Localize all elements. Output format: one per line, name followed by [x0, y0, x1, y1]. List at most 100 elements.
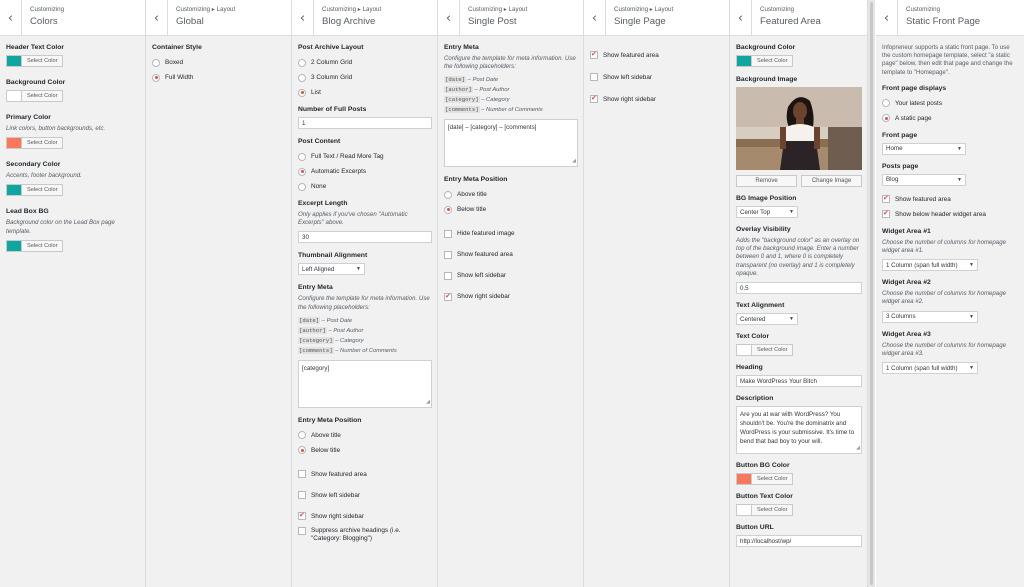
radio-option[interactable]: Above title	[444, 187, 576, 202]
widget-columns-select[interactable]: 1 Column (span full width) ▼	[882, 259, 978, 272]
color-picker[interactable]: Select Color	[6, 137, 138, 150]
change-image-button[interactable]: Change Image	[801, 175, 862, 187]
color-swatch[interactable]	[736, 55, 752, 67]
description-textarea[interactable]: Are you at war with WordPress? You shoul…	[736, 406, 862, 455]
radio-button[interactable]	[444, 205, 452, 214]
radio-button[interactable]	[444, 190, 452, 199]
checkbox-option[interactable]: Show featured area	[444, 244, 576, 265]
checkbox-option[interactable]: Show left sidebar	[298, 485, 430, 506]
button-bg-picker[interactable]: Select Color	[736, 473, 860, 486]
back-button[interactable]: ‹	[730, 0, 752, 36]
text-align-select[interactable]: Centered ▼	[736, 313, 798, 326]
radio-button[interactable]	[152, 58, 160, 67]
checkbox-option[interactable]: Show featured area	[882, 192, 1017, 207]
widget-columns-select[interactable]: 1 Column (span full width) ▼	[882, 362, 978, 375]
color-swatch[interactable]	[736, 473, 752, 486]
select-color-button[interactable]: Select Color	[22, 55, 64, 67]
resize-handle-icon[interactable]: ◢	[572, 157, 576, 166]
radio-option[interactable]: A static page	[882, 111, 1017, 126]
posts-page-select[interactable]: Blog ▼	[882, 173, 966, 186]
select-color-button[interactable]: Select Color	[22, 137, 64, 150]
radio-button[interactable]	[298, 431, 306, 440]
overlay-input[interactable]: 0.5	[736, 282, 862, 295]
radio-button[interactable]	[882, 114, 890, 123]
select-color-button[interactable]: Select Color	[752, 55, 794, 67]
color-picker[interactable]: Select Color	[6, 90, 138, 102]
checkbox-option[interactable]: Show featured area	[298, 464, 430, 485]
radio-button[interactable]	[298, 152, 306, 161]
checkbox[interactable]	[882, 209, 890, 219]
checkbox-option[interactable]: Show below header widget area	[882, 207, 1017, 222]
thumbnail-select[interactable]: Left Aligned ▼	[298, 263, 365, 276]
back-button[interactable]: ‹	[584, 0, 606, 36]
checkbox[interactable]	[298, 470, 306, 479]
button-text-picker[interactable]: Select Color	[736, 504, 860, 517]
checkbox[interactable]	[590, 50, 598, 59]
checkbox-option[interactable]: Hide featured image	[444, 223, 576, 244]
radio-button[interactable]	[298, 88, 306, 97]
back-button[interactable]: ‹	[438, 0, 460, 36]
remove-image-button[interactable]: Remove	[736, 175, 797, 187]
front-page-select[interactable]: Home ▼	[882, 142, 966, 155]
select-color-button[interactable]: Select Color	[752, 344, 794, 357]
color-swatch[interactable]	[6, 184, 22, 197]
back-button[interactable]: ‹	[292, 0, 314, 36]
checkbox[interactable]	[444, 250, 452, 259]
color-picker[interactable]: Select Color	[6, 184, 138, 197]
color-swatch[interactable]	[736, 504, 752, 517]
checkbox-option[interactable]: Show left sidebar	[444, 265, 576, 286]
select-color-button[interactable]: Select Color	[752, 504, 794, 517]
radio-option[interactable]: Full Text / Read More Tag	[298, 149, 430, 164]
radio-button[interactable]	[298, 58, 306, 67]
checkbox-option[interactable]: Show right sidebar	[590, 88, 722, 110]
checkbox[interactable]	[444, 229, 452, 238]
text-color-picker[interactable]: Select Color	[736, 344, 860, 357]
radio-option[interactable]: None	[298, 179, 430, 194]
radio-button[interactable]	[298, 446, 306, 455]
color-swatch[interactable]	[736, 344, 752, 357]
checkbox[interactable]	[298, 526, 306, 535]
color-picker[interactable]: Select Color	[6, 239, 138, 252]
radio-option[interactable]: Above title	[298, 428, 430, 443]
color-swatch[interactable]	[6, 239, 22, 252]
resize-handle-icon[interactable]: ◢	[426, 398, 430, 407]
bg-color-picker[interactable]: Select Color	[736, 55, 860, 67]
radio-option[interactable]: Below title	[298, 443, 430, 458]
radio-button[interactable]	[298, 73, 306, 82]
full-posts-input[interactable]: 1	[298, 117, 432, 129]
checkbox[interactable]	[444, 271, 452, 280]
checkbox[interactable]	[590, 94, 598, 103]
radio-button[interactable]	[882, 99, 890, 108]
resize-handle-icon[interactable]: ◢	[856, 444, 860, 453]
select-color-button[interactable]: Select Color	[22, 239, 64, 252]
color-swatch[interactable]	[6, 55, 22, 67]
color-picker[interactable]: Select Color	[6, 55, 138, 67]
radio-option[interactable]: Full Width	[152, 70, 284, 85]
radio-option[interactable]: 3 Column Grid	[298, 70, 430, 85]
bg-position-select[interactable]: Center Top ▼	[736, 206, 798, 218]
radio-option[interactable]: 2 Column Grid	[298, 55, 430, 70]
radio-option[interactable]: Below title	[444, 202, 576, 217]
back-button[interactable]: ‹	[0, 0, 22, 36]
select-color-button[interactable]: Select Color	[22, 90, 64, 102]
checkbox-option[interactable]: Show left sidebar	[590, 66, 722, 88]
color-swatch[interactable]	[6, 137, 22, 150]
entry-meta-textarea[interactable]: [category] ◢	[298, 359, 432, 408]
checkbox[interactable]	[882, 194, 890, 204]
checkbox[interactable]	[590, 73, 598, 81]
widget-columns-select[interactable]: 3 Columns ▼	[882, 310, 978, 323]
checkbox-option[interactable]: Show right sidebar	[444, 286, 576, 307]
excerpt-input[interactable]: 30	[298, 231, 432, 244]
heading-input[interactable]: Make WordPress Your Bitch	[736, 375, 862, 388]
color-swatch[interactable]	[6, 90, 22, 102]
radio-button[interactable]	[298, 182, 306, 191]
button-url-input[interactable]: http://localhost/wp/	[736, 535, 862, 548]
checkbox-option[interactable]: Show right sidebar	[298, 506, 430, 527]
back-button[interactable]: ‹	[146, 0, 168, 36]
radio-option[interactable]: Boxed	[152, 55, 284, 70]
checkbox-option[interactable]: Suppress archive headings (i.e. "Categor…	[298, 526, 430, 551]
scrollbar-thumb[interactable]	[870, 2, 873, 585]
select-color-button[interactable]: Select Color	[22, 184, 64, 197]
radio-option[interactable]: List	[298, 85, 430, 100]
checkbox[interactable]	[444, 292, 452, 301]
